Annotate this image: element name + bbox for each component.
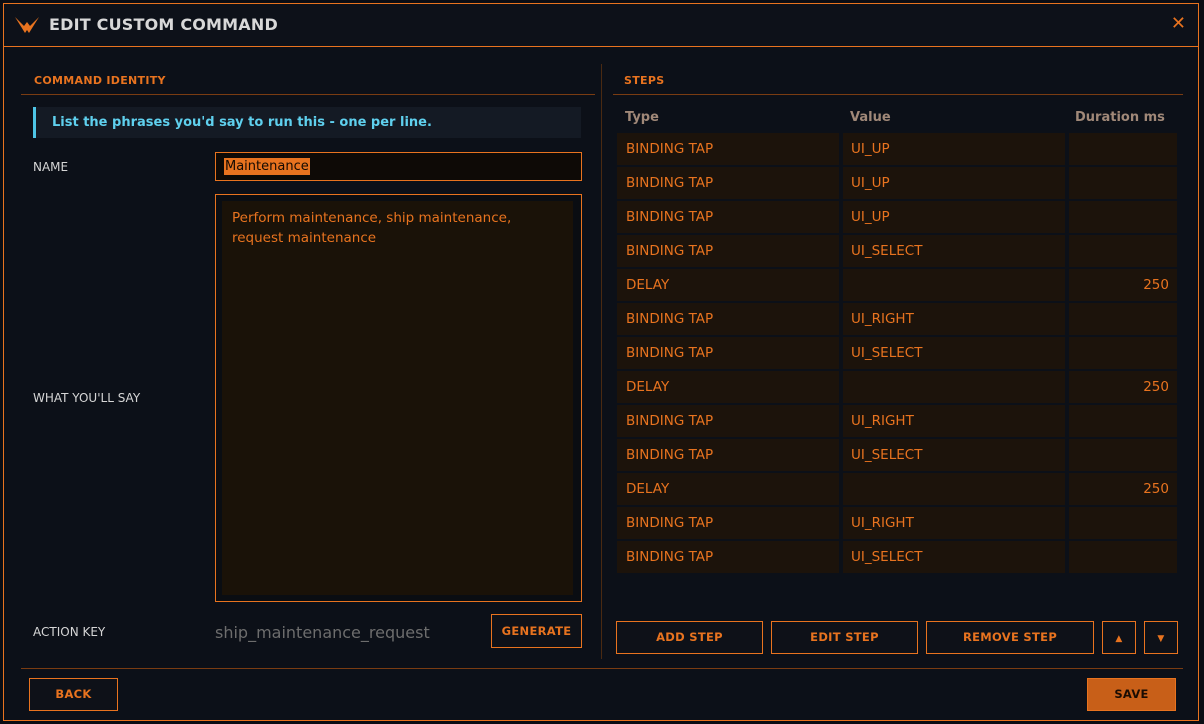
step-duration-cell bbox=[1069, 439, 1177, 471]
back-button[interactable]: BACK bbox=[29, 678, 118, 711]
step-duration-cell: 250 bbox=[1069, 269, 1177, 301]
arrow-up-icon: ▲ bbox=[1115, 634, 1123, 644]
step-value-cell: UI_SELECT bbox=[843, 235, 1065, 267]
arrow-down-icon: ▼ bbox=[1157, 634, 1165, 644]
step-value-cell: UI_RIGHT bbox=[843, 303, 1065, 335]
step-duration-cell bbox=[1069, 541, 1177, 573]
table-row[interactable]: BINDING TAP UI_RIGHT bbox=[617, 303, 1177, 335]
step-duration-cell bbox=[1069, 201, 1177, 233]
steps-divider bbox=[613, 94, 1183, 95]
step-type-cell: DELAY bbox=[617, 269, 839, 301]
table-row[interactable]: BINDING TAP UI_UP bbox=[617, 167, 1177, 199]
column-header-value[interactable]: Value bbox=[850, 110, 891, 125]
table-row[interactable]: BINDING TAP UI_RIGHT bbox=[617, 507, 1177, 539]
step-duration-cell bbox=[1069, 167, 1177, 199]
step-type-cell: DELAY bbox=[617, 473, 839, 505]
step-type-cell: DELAY bbox=[617, 371, 839, 403]
step-duration-cell bbox=[1069, 405, 1177, 437]
step-value-cell bbox=[843, 473, 1065, 505]
edit-command-dialog: EDIT CUSTOM COMMAND ✕ COMMAND IDENTITY L… bbox=[3, 3, 1199, 721]
step-duration-cell bbox=[1069, 133, 1177, 165]
column-header-type[interactable]: Type bbox=[625, 110, 659, 125]
name-input-value: Maintenance bbox=[224, 158, 310, 175]
step-value-cell: UI_RIGHT bbox=[843, 405, 1065, 437]
table-row[interactable]: DELAY 250 bbox=[617, 473, 1177, 505]
remove-step-button[interactable]: REMOVE STEP bbox=[926, 621, 1094, 654]
name-label: NAME bbox=[33, 160, 69, 174]
phrases-textarea[interactable]: Perform maintenance, ship maintenance, r… bbox=[215, 194, 582, 602]
step-duration-cell bbox=[1069, 337, 1177, 369]
table-row[interactable]: BINDING TAP UI_RIGHT bbox=[617, 405, 1177, 437]
step-duration-cell bbox=[1069, 235, 1177, 267]
phrases-textarea-value: Perform maintenance, ship maintenance, r… bbox=[222, 201, 573, 595]
footer-divider bbox=[21, 668, 1183, 669]
step-type-cell: BINDING TAP bbox=[617, 405, 839, 437]
step-value-cell: UI_UP bbox=[843, 201, 1065, 233]
table-row[interactable]: BINDING TAP UI_UP bbox=[617, 133, 1177, 165]
table-row[interactable]: BINDING TAP UI_SELECT bbox=[617, 439, 1177, 471]
close-icon[interactable]: ✕ bbox=[1171, 14, 1186, 34]
step-type-cell: BINDING TAP bbox=[617, 541, 839, 573]
add-step-button[interactable]: ADD STEP bbox=[616, 621, 763, 654]
column-header-duration[interactable]: Duration ms bbox=[1075, 110, 1165, 125]
name-input[interactable]: Maintenance bbox=[215, 152, 582, 181]
dialog-title: EDIT CUSTOM COMMAND bbox=[49, 15, 278, 34]
step-value-cell bbox=[843, 371, 1065, 403]
step-type-cell: BINDING TAP bbox=[617, 235, 839, 267]
table-row[interactable]: BINDING TAP UI_SELECT bbox=[617, 235, 1177, 267]
step-duration-cell bbox=[1069, 507, 1177, 539]
step-value-cell: UI_SELECT bbox=[843, 541, 1065, 573]
step-type-cell: BINDING TAP bbox=[617, 201, 839, 233]
table-row[interactable]: DELAY 250 bbox=[617, 371, 1177, 403]
generate-button[interactable]: GENERATE bbox=[491, 614, 582, 648]
step-type-cell: BINDING TAP bbox=[617, 167, 839, 199]
elite-wings-logo-icon bbox=[15, 17, 39, 33]
table-row[interactable]: BINDING TAP UI_SELECT bbox=[617, 541, 1177, 573]
action-key-value: ship_maintenance_request bbox=[215, 623, 430, 642]
title-bar: EDIT CUSTOM COMMAND ✕ bbox=[4, 4, 1198, 47]
panel-divider bbox=[601, 64, 602, 659]
move-down-button[interactable]: ▼ bbox=[1144, 621, 1178, 654]
phrase-hint: List the phrases you'd say to run this -… bbox=[33, 107, 581, 138]
command-identity-title: COMMAND IDENTITY bbox=[34, 74, 166, 87]
table-row[interactable]: BINDING TAP UI_SELECT bbox=[617, 337, 1177, 369]
step-value-cell bbox=[843, 269, 1065, 301]
table-row[interactable]: DELAY 250 bbox=[617, 269, 1177, 301]
step-type-cell: BINDING TAP bbox=[617, 133, 839, 165]
step-duration-cell: 250 bbox=[1069, 473, 1177, 505]
move-up-button[interactable]: ▲ bbox=[1102, 621, 1136, 654]
step-value-cell: UI_UP bbox=[843, 133, 1065, 165]
what-youll-say-label: WHAT YOU'LL SAY bbox=[33, 391, 141, 405]
step-duration-cell bbox=[1069, 303, 1177, 335]
save-button[interactable]: SAVE bbox=[1087, 678, 1176, 711]
step-value-cell: UI_UP bbox=[843, 167, 1065, 199]
step-type-cell: BINDING TAP bbox=[617, 337, 839, 369]
step-type-cell: BINDING TAP bbox=[617, 507, 839, 539]
step-value-cell: UI_RIGHT bbox=[843, 507, 1065, 539]
step-value-cell: UI_SELECT bbox=[843, 439, 1065, 471]
edit-step-button[interactable]: EDIT STEP bbox=[771, 621, 918, 654]
identity-divider bbox=[21, 94, 595, 95]
step-value-cell: UI_SELECT bbox=[843, 337, 1065, 369]
action-key-label: ACTION KEY bbox=[33, 625, 106, 639]
step-type-cell: BINDING TAP bbox=[617, 439, 839, 471]
steps-title: STEPS bbox=[624, 74, 665, 87]
table-row[interactable]: BINDING TAP UI_UP bbox=[617, 201, 1177, 233]
step-duration-cell: 250 bbox=[1069, 371, 1177, 403]
step-type-cell: BINDING TAP bbox=[617, 303, 839, 335]
